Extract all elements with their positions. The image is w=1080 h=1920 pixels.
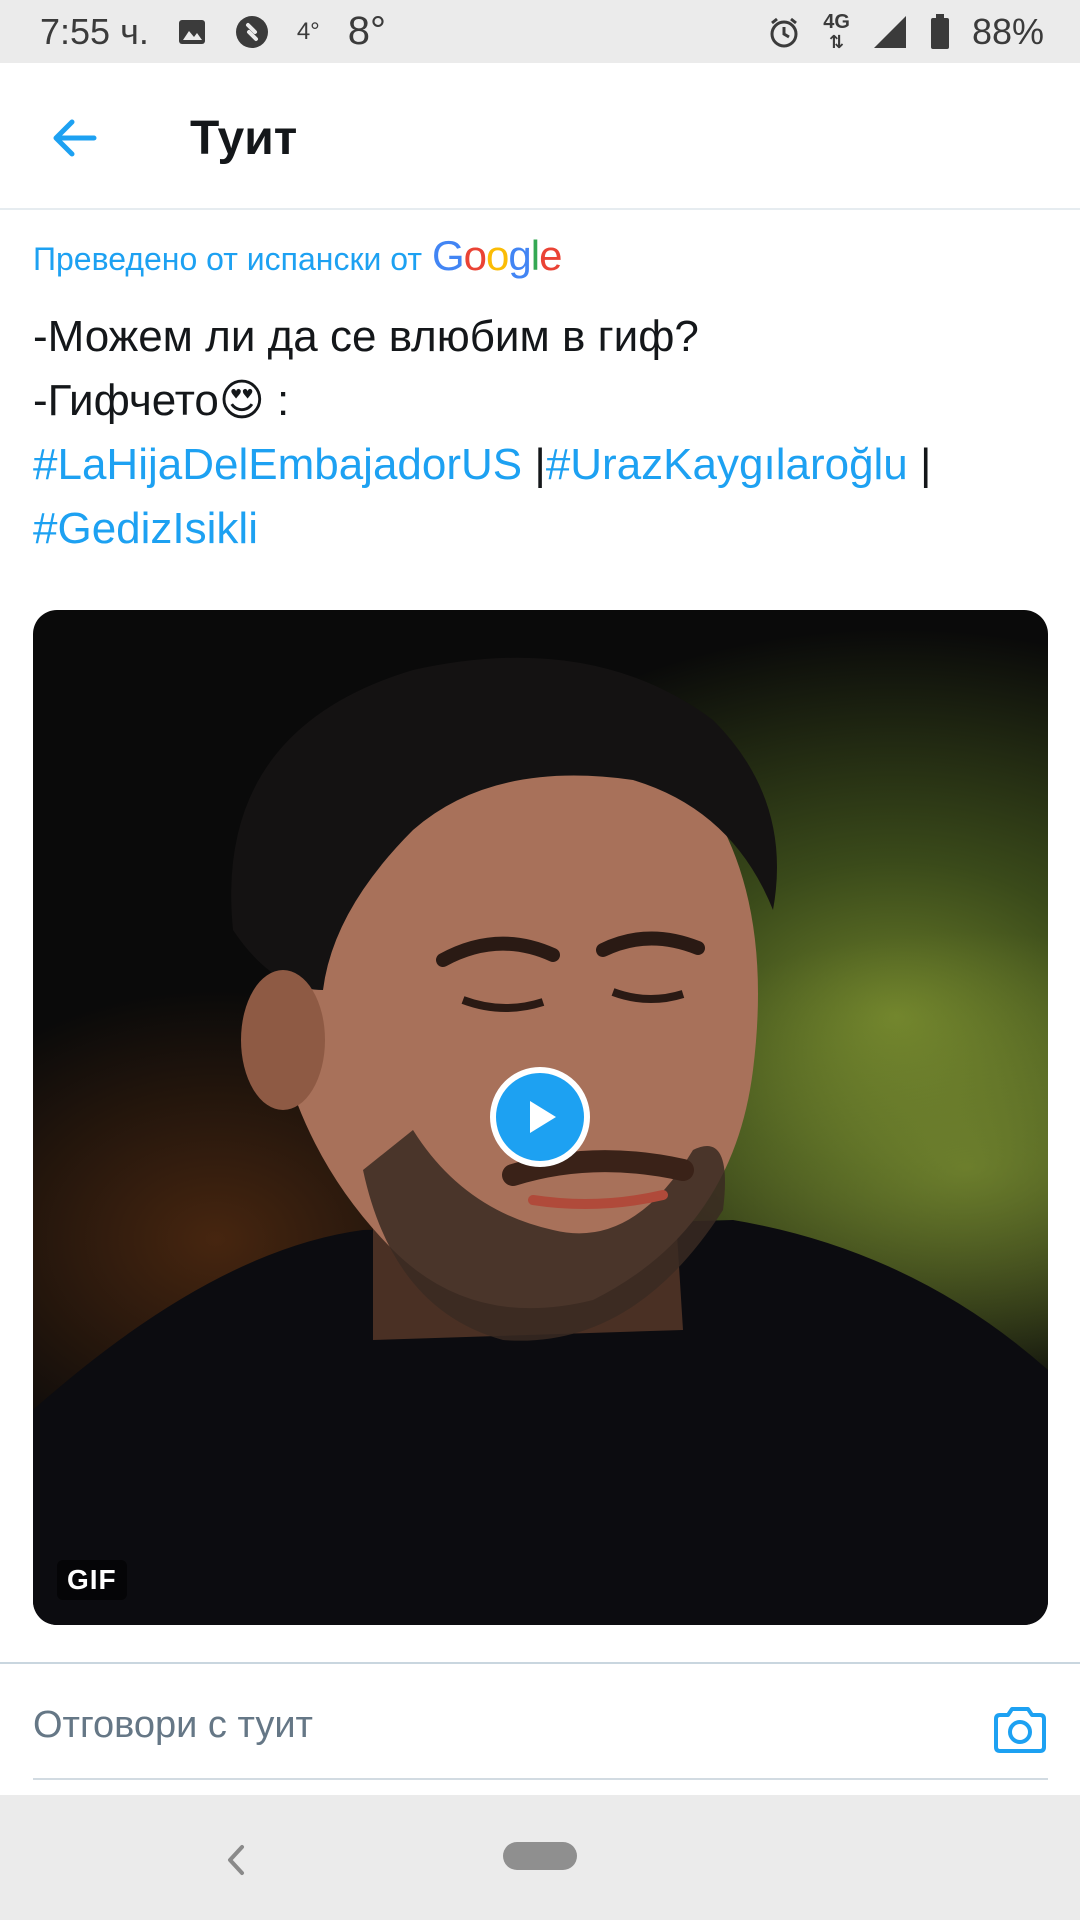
status-temp-large: 8°	[347, 9, 387, 53]
signal-icon	[872, 14, 908, 50]
hashtag-link[interactable]: #GedizIsikli	[33, 504, 258, 553]
status-network-label: 4G	[823, 10, 850, 33]
tweet-line-1: -Можем ли да се влюбим в гиф?	[33, 312, 699, 361]
translation-label: Преведено от испански от	[33, 241, 422, 277]
status-network-arrows: ⇅	[829, 31, 845, 52]
reply-input[interactable]: Отговори с туит	[33, 1704, 313, 1747]
status-bar: 7:55 ч. 4° 8° 4G ⇅ 88%	[0, 0, 1080, 63]
tweet-gif-media[interactable]: GIF	[33, 610, 1048, 1625]
tweet-line-4: #GedizIsikli	[33, 497, 1053, 561]
play-button[interactable]	[490, 1067, 590, 1167]
translation-notice: Преведено от испански от Google	[33, 232, 562, 280]
heart-eyes-emoji: 😍	[218, 376, 265, 425]
back-arrow-icon	[53, 119, 97, 157]
nav-back-button[interactable]	[215, 1835, 255, 1885]
battery-icon	[930, 13, 950, 50]
play-icon	[530, 1101, 556, 1133]
chevron-left-icon	[228, 1845, 244, 1875]
system-nav-bar	[0, 1795, 1080, 1920]
tweet-line-2: -Гифчето😍 :	[33, 369, 1053, 433]
status-temp-small: 4°	[296, 17, 320, 45]
tweet-line-2-suffix: :	[264, 376, 290, 425]
back-button[interactable]	[44, 108, 104, 168]
status-time: 7:55 ч.	[40, 10, 149, 52]
shazam-icon	[235, 15, 269, 49]
page-title: Туит	[190, 112, 298, 165]
hashtag-link[interactable]: #LaHijaDelEmbajadorUS	[33, 440, 522, 489]
status-network: 4G ⇅	[823, 12, 850, 52]
camera-button[interactable]	[992, 1702, 1048, 1758]
gallery-icon	[177, 17, 207, 47]
status-battery: 88%	[971, 10, 1044, 52]
header: Туит	[0, 63, 1080, 210]
alarm-icon	[767, 15, 801, 49]
tweet-line-2-text: -Гифчето	[33, 376, 219, 425]
reply-bar: Отговори с туит	[33, 1680, 1048, 1780]
gif-badge: GIF	[57, 1560, 127, 1600]
nav-home-pill[interactable]	[503, 1842, 577, 1870]
hashtag-separator: |	[534, 440, 546, 489]
camera-icon	[994, 1707, 1046, 1753]
hashtag-separator: |	[920, 440, 932, 489]
google-logo: Google	[431, 232, 562, 279]
tweet-line-3: #LaHijaDelEmbajadorUS |#UrazKaygılaroğlu…	[33, 433, 1053, 497]
divider	[0, 1662, 1080, 1664]
tweet-text: -Можем ли да се влюбим в гиф? -Гифчето😍 …	[33, 305, 1053, 561]
hashtag-link[interactable]: #UrazKaygılaroğlu	[546, 440, 908, 489]
